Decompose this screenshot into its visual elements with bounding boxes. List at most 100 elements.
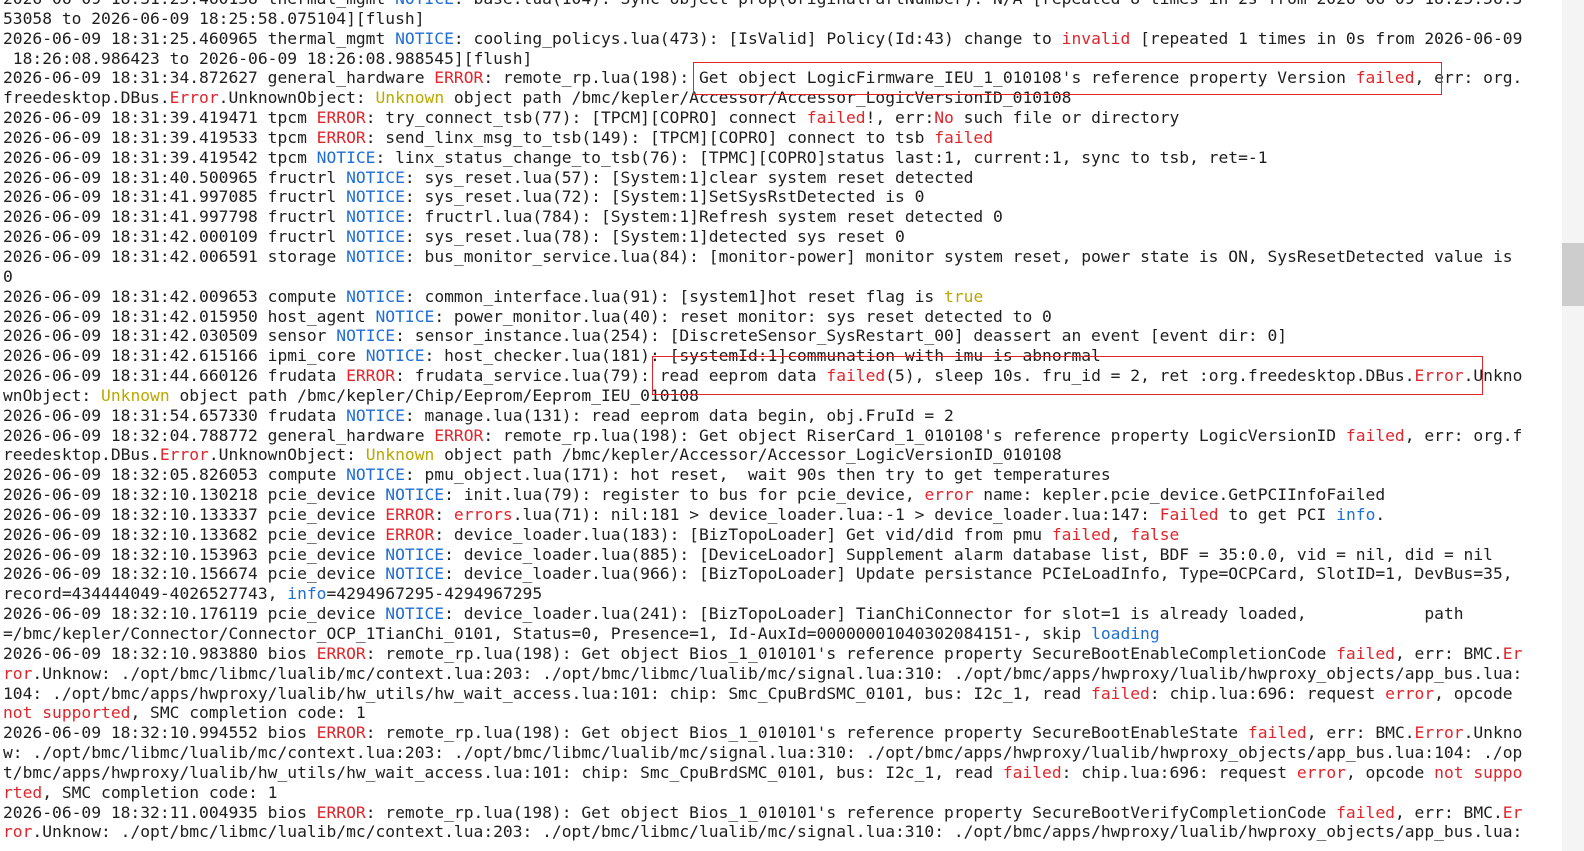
log-segment: , opcode (1345, 762, 1435, 782)
log-segment: name: kepler.pcie_device.GetPCIInfoFaile… (973, 485, 1386, 505)
log-segment: : remote_rp.lua(198): Get object Bios_1_… (365, 723, 1248, 743)
log-segment: ror (3, 663, 33, 683)
log-segment: freedesktop.DBus. (3, 88, 170, 108)
log-segment: NOTICE (385, 485, 445, 505)
log-line: 2026-06-09 18:31:39.419471 tpcm ERROR: t… (3, 108, 1543, 128)
log-line: 2026-06-09 18:32:10.994552 bios ERROR: r… (3, 723, 1543, 743)
log-line: t/bmc/apps/hwproxy/lualib/hw_utils/hw_wa… (3, 763, 1543, 783)
log-line: 2026-06-09 18:32:10.133337 pcie_device E… (3, 505, 1543, 525)
log-segment: (5), sleep 10s. fru_id = 2, ret :org.fre… (885, 366, 1415, 386)
log-segment: , err: org.f (1404, 425, 1523, 445)
log-segment: , (1110, 524, 1131, 544)
log-segment: loading (1091, 624, 1160, 643)
log-segment: 2026-06-09 18:32:10.133682 pcie_device (3, 524, 386, 544)
log-segment: NOTICE (316, 147, 376, 167)
log-line: 2026-06-09 18:32:10.176119 pcie_device N… (3, 604, 1543, 624)
log-segment: 2026-06-09 18:32:11.004935 bios (3, 802, 317, 822)
log-segment: : remote_rp.lua(198): Get object Bios_1_… (365, 802, 1337, 822)
vertical-scrollbar[interactable] (1562, 0, 1584, 851)
log-segment: 0 (3, 266, 13, 286)
scrollbar-thumb[interactable] (1562, 243, 1584, 306)
log-segment: ERROR (434, 425, 484, 445)
log-segment: Er (1502, 802, 1523, 822)
log-segment: failed (1355, 68, 1415, 88)
log-line: reedesktop.DBus.Error.UnknownObject: Unk… (3, 445, 1543, 465)
log-segment: ERROR (346, 366, 396, 386)
log-segment: 2026-06-09 18:31:39.419542 tpcm (3, 147, 317, 167)
log-line: not supported, SMC completion code: 1 (3, 703, 1543, 723)
log-line: 2026-06-09 18:31:42.615166 ipmi_core NOT… (3, 346, 1543, 366)
log-segment: : frudata_service.lua(79): read eeprom d… (395, 366, 827, 386)
log-segment: failed (826, 366, 886, 386)
log-segment: ERROR (385, 504, 435, 524)
log-line: 2026-06-09 18:31:34.872627 general_hardw… (3, 68, 1543, 88)
log-segment: NOTICE (385, 544, 445, 564)
log-segment: : remote_rp.lua(198): Get object Bios_1_… (365, 643, 1337, 663)
log-segment: NOTICE (346, 227, 405, 247)
log-segment: failed (1091, 683, 1150, 703)
log-segment: NOTICE (336, 326, 396, 346)
log-segment: w: ./opt/bmc/libmc/lualib/mc/context.lua… (3, 743, 1523, 763)
log-segment: 2026-06-09 18:32:10.156674 pcie_device (3, 564, 386, 584)
log-segment: ERROR (316, 643, 366, 663)
log-segment: : host_checker.lua(181): [systemId:1]com… (424, 346, 1101, 366)
log-line: 2026-06-09 18:32:10.153963 pcie_device N… (3, 545, 1543, 565)
log-text: 2026-06-09 18:31:25.460138 thermal_mgmt … (3, 0, 1543, 842)
log-segment: Error (169, 88, 219, 108)
log-segment: 2026-06-09 18:31:40.500965 fructrl (3, 167, 347, 187)
log-segment: : base.lua(104): Sync object prop(Origin… (454, 0, 1522, 8)
log-segment: 2026-06-09 18:31:42.009653 compute (3, 286, 347, 306)
log-segment: 2026-06-09 18:31:25.460965 thermal_mgmt (3, 28, 396, 48)
log-line: 2026-06-09 18:31:41.997085 fructrl NOTIC… (3, 187, 1543, 207)
log-segment: NOTICE (375, 306, 435, 326)
log-line: 2026-06-09 18:31:40.500965 fructrl NOTIC… (3, 168, 1543, 188)
log-segment: 2026-06-09 18:32:10.133337 pcie_device (3, 504, 386, 524)
log-line: wnObject: Unknown object path /bmc/keple… (3, 386, 1543, 406)
log-segment: rted (3, 782, 43, 802)
log-segment: NOTICE (346, 207, 405, 227)
log-line: 2026-06-09 18:31:42.015950 host_agent NO… (3, 307, 1543, 327)
log-line: w: ./opt/bmc/libmc/lualib/mc/context.lua… (3, 743, 1543, 763)
log-segment: Error (1414, 723, 1464, 743)
log-segment: .lua(71): nil:181 > device_loader.lua:-1… (512, 504, 1160, 524)
log-segment: : sys_reset.lua(78): [System:1]detected … (404, 227, 905, 247)
log-segment: Unknown (375, 88, 445, 108)
log-segment: : chip.lua:696: request (1061, 762, 1297, 782)
log-line: 2026-06-09 18:32:10.983880 bios ERROR: r… (3, 644, 1543, 664)
log-segment: 2026-06-09 18:31:54.657330 frudata (3, 405, 347, 425)
log-segment: 2026-06-09 18:32:05.826053 compute (3, 465, 347, 485)
log-segment: failed (1002, 762, 1062, 782)
log-segment: : fructrl.lua(784): [System:1]Refresh sy… (404, 207, 1003, 227)
log-line: 2026-06-09 18:32:04.788772 general_hardw… (3, 426, 1543, 446)
log-segment: : linx_status_change_to_tsb(76): [TPMC][… (375, 147, 1268, 167)
log-segment: true (944, 286, 984, 306)
log-segment: : (434, 504, 454, 524)
log-segment: , err: BMC. (1394, 802, 1503, 822)
log-line: 2026-06-09 18:31:25.460965 thermal_mgmt … (3, 29, 1543, 49)
log-segment: 18:26:08.986423 to 2026-06-09 18:26:08.9… (3, 48, 533, 68)
log-segment: [repeated 1 times in 0s from 2026-06-09 (1130, 28, 1523, 48)
log-segment: : try_connect_tsb(77): [TPCM][COPRO] con… (365, 108, 807, 128)
log-line: 2026-06-09 18:31:44.660126 frudata ERROR… (3, 366, 1543, 386)
log-segment: Unknown (365, 445, 435, 465)
log-segment: errors (453, 504, 513, 524)
log-segment: : common_interface.lua(91): [system1]hot… (404, 286, 945, 306)
log-segment: Unkno (1473, 366, 1523, 386)
log-segment: 2026-06-09 18:32:10.130218 pcie_device (3, 485, 386, 505)
log-segment: ERROR (434, 68, 484, 88)
log-segment: 2026-06-09 18:31:34.872627 general_hardw… (3, 68, 435, 88)
log-segment: : device_loader.lua(241): [BizTopoLoader… (444, 604, 1464, 624)
log-segment: : power_monitor.lua(40): reset monitor: … (434, 306, 1052, 326)
log-segment: Error (159, 445, 209, 465)
log-segment: ERROR (316, 127, 366, 147)
log-segment: false (1130, 524, 1180, 544)
log-segment: 2026-06-09 18:32:04.788772 general_hardw… (3, 425, 435, 445)
log-segment: 2026-06-09 18:31:42.000109 fructrl (3, 227, 347, 247)
log-segment: 2026-06-09 18:31:42.015950 host_agent (3, 306, 376, 326)
log-segment: failed (1336, 802, 1395, 822)
log-segment: ERROR (316, 108, 366, 128)
log-segment: NOTICE (385, 604, 445, 624)
terminal-output[interactable]: 2026-06-09 18:31:25.460138 thermal_mgmt … (0, 0, 1552, 851)
log-segment: NOTICE (346, 465, 405, 485)
log-segment: : cooling_policys.lua(473): [IsValid] Po… (453, 28, 1062, 48)
